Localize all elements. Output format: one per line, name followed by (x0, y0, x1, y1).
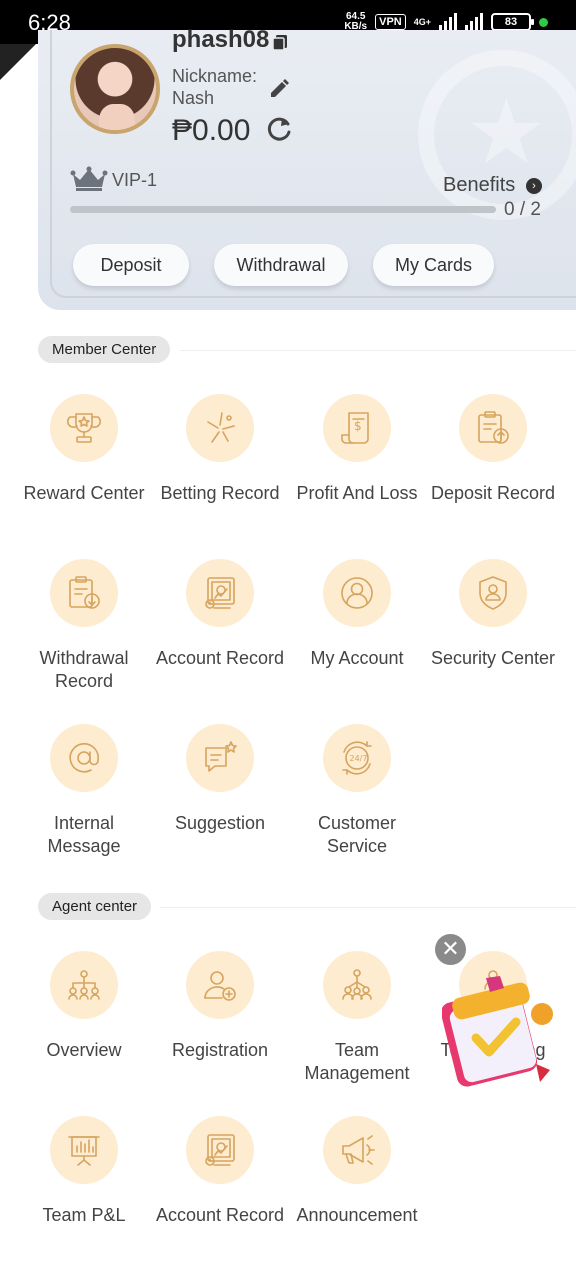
menu-item-label: Suggestion (174, 813, 266, 833)
sparkle-icon (186, 394, 254, 462)
receipt-dollar-icon: $ (323, 394, 391, 462)
agent-center-title: Agent center (38, 893, 152, 920)
menu-item-label: Account Record (155, 648, 285, 668)
menu-item-reward-center[interactable]: Reward Center (16, 394, 152, 505)
copy-icon[interactable] (270, 32, 290, 52)
menu-item-overview[interactable]: Overview (16, 951, 152, 1062)
presentation-chart-icon (50, 1116, 118, 1184)
member-center-title: Member Center (38, 336, 171, 363)
network-type: 4G+ (413, 16, 431, 27)
menu-item-label: Overview (46, 1040, 122, 1060)
deposit-button[interactable]: Deposit (73, 244, 189, 286)
menu-item-label: Betting Record (160, 483, 280, 503)
battery-icon: 83 (491, 13, 534, 31)
org-chart-icon (50, 951, 118, 1019)
menu-item-internal-message[interactable]: Internal Message (16, 724, 152, 858)
menu-item-profit-and-loss[interactable]: $ Profit And Loss (289, 394, 425, 505)
vpn-badge: VPN (375, 14, 406, 30)
menu-item-label: My Account (310, 648, 404, 668)
corner-decoration (0, 44, 36, 80)
clipboard-download-icon (50, 559, 118, 627)
nickname-label: Nickname: (172, 66, 258, 86)
svg-text:24/7: 24/7 (350, 754, 368, 763)
benefits-link[interactable]: Benefits (443, 174, 515, 197)
network-speed: 64.5 KB/s (344, 11, 368, 32)
divider (160, 907, 576, 908)
edit-icon[interactable] (268, 78, 290, 100)
menu-item-withdrawal-record[interactable]: Withdrawal Record (16, 559, 152, 693)
menu-item-label: Account Record (155, 1205, 285, 1225)
chat-star-icon (186, 724, 254, 792)
menu-item-label: Customer Service (317, 813, 397, 856)
close-icon[interactable]: ✕ (435, 934, 466, 965)
vip-progress-bar (70, 206, 496, 213)
chevron-right-icon[interactable]: › (526, 178, 542, 194)
svg-text:$: $ (354, 419, 362, 433)
ledger-icon (186, 559, 254, 627)
menu-item-label: Security Center (430, 648, 556, 668)
signal-strength-icon (439, 13, 457, 31)
menu-item-team-pl[interactable]: Team P&L (16, 1116, 152, 1227)
ledger-icon (186, 1116, 254, 1184)
menu-item-team-management[interactable]: Team Management (289, 951, 425, 1085)
menu-item-label: Announcement (296, 1205, 418, 1225)
my-cards-button[interactable]: My Cards (373, 244, 494, 286)
at-sign-icon (50, 724, 118, 792)
trophy-icon (50, 394, 118, 462)
clipboard-upload-icon (459, 394, 527, 462)
avatar[interactable] (70, 44, 160, 134)
menu-item-label: Team Management (304, 1040, 410, 1083)
shield-user-icon (459, 559, 527, 627)
menu-item-account-record[interactable]: Account Record (152, 559, 288, 670)
menu-item-account-record-agent[interactable]: Account Record (152, 1116, 288, 1227)
menu-item-registration[interactable]: Registration (152, 951, 288, 1062)
user-icon (323, 559, 391, 627)
menu-item-label: Registration (171, 1040, 269, 1060)
menu-item-label: Profit And Loss (296, 483, 418, 503)
privacy-indicator-icon (539, 17, 548, 27)
menu-item-label: Team P&L (42, 1205, 126, 1225)
menu-item-betting-record[interactable]: Betting Record (152, 394, 288, 505)
signal-strength-icon-2 (465, 13, 483, 31)
divider (180, 350, 576, 351)
refresh-icon[interactable] (264, 114, 294, 144)
menu-item-announcement[interactable]: Announcement (289, 1116, 425, 1227)
vip-level: VIP-1 (112, 170, 158, 190)
username: phash08 (172, 26, 270, 53)
menu-item-label: Withdrawal Record (39, 648, 129, 691)
megaphone-icon (323, 1116, 391, 1184)
balance: ₱0.00 (172, 114, 251, 147)
support-24-7-icon: 24/7 (323, 724, 391, 792)
crown-icon (70, 166, 108, 191)
menu-item-security-center[interactable]: Security Center (425, 559, 561, 670)
menu-item-label: Reward Center (23, 483, 145, 503)
withdrawal-button[interactable]: Withdrawal (214, 244, 348, 286)
nickname-value: Nash (172, 88, 215, 108)
menu-item-label: Deposit Record (430, 483, 556, 503)
menu-item-suggestion[interactable]: Suggestion (152, 724, 288, 835)
status-indicators: 64.5 KB/s VPN 4G+ 83 (344, 12, 548, 32)
team-icon (323, 951, 391, 1019)
menu-item-label: Internal Message (47, 813, 121, 856)
menu-item-deposit-record[interactable]: Deposit Record (425, 394, 561, 505)
promo-calendar-icon[interactable] (442, 972, 554, 1088)
menu-item-customer-service[interactable]: 24/7 Customer Service (289, 724, 425, 858)
user-add-icon (186, 951, 254, 1019)
vip-progress-text: 0 / 2 (504, 199, 541, 220)
menu-item-my-account[interactable]: My Account (289, 559, 425, 670)
